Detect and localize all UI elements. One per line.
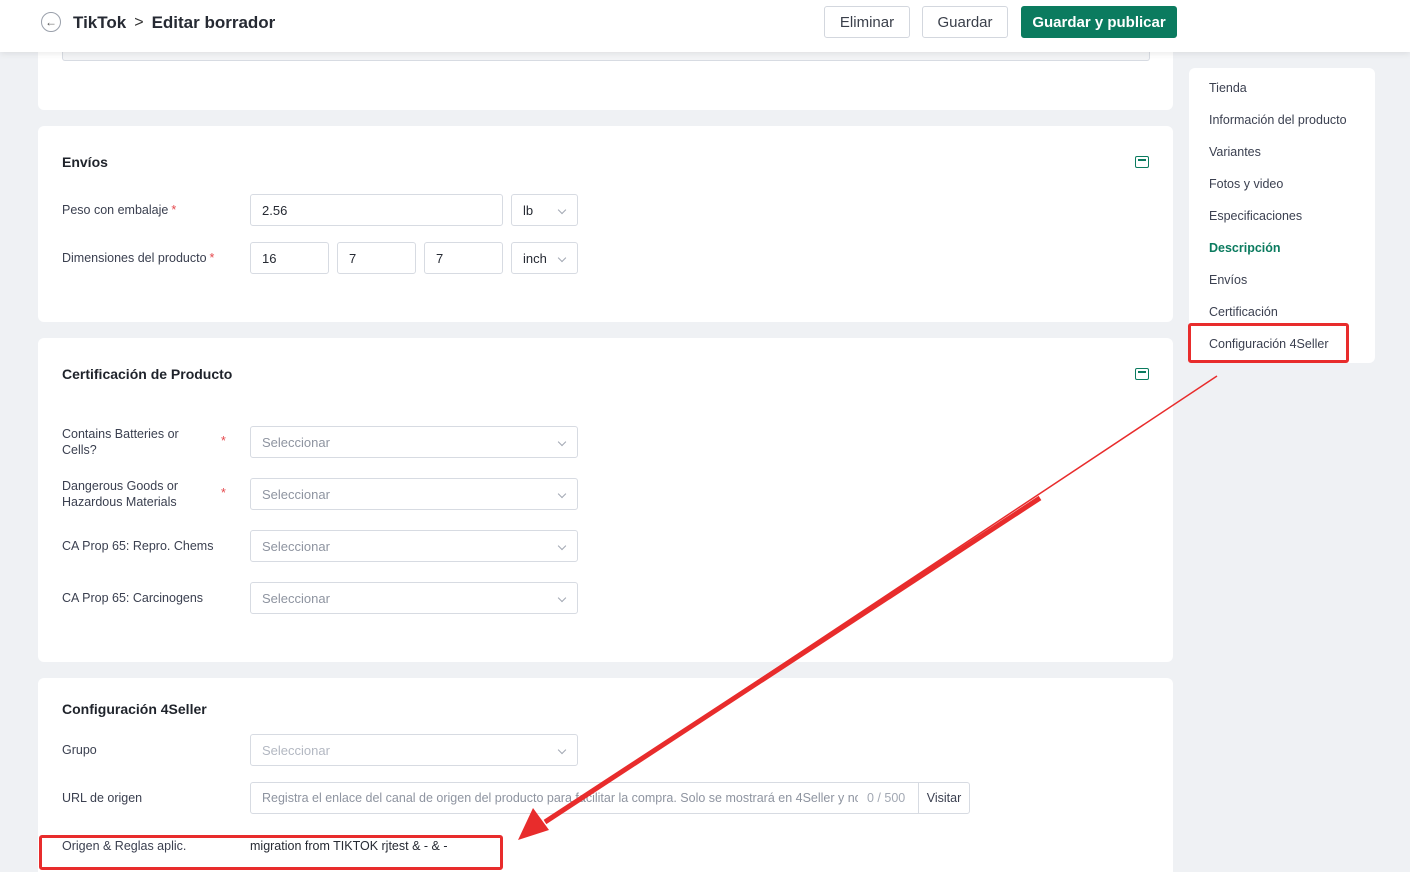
collapse-icon[interactable] [1135, 368, 1149, 380]
chevron-down-icon [557, 745, 567, 755]
back-button[interactable]: ← [41, 12, 61, 32]
required-mark: * [221, 434, 226, 448]
dangerous-goods-label: Dangerous Goods or Hazardous Materials [62, 479, 179, 509]
source-url-input[interactable]: Registra el enlace del canal de origen d… [250, 782, 970, 814]
source-url-placeholder: Registra el enlace del canal de origen d… [262, 791, 858, 805]
chevron-down-icon [557, 437, 567, 447]
delete-button[interactable]: Eliminar [824, 6, 910, 38]
prop65-carcinogens-select[interactable]: Seleccionar [250, 582, 578, 614]
arrow-left-icon: ← [45, 15, 57, 29]
dangerous-goods-select-value: Seleccionar [262, 486, 330, 502]
batteries-select[interactable]: Seleccionar [250, 426, 578, 458]
nav-item-tienda[interactable]: Tienda [1209, 81, 1247, 95]
nav-item-description[interactable]: Descripción [1209, 241, 1281, 255]
nav-item-photos[interactable]: Fotos y video [1209, 177, 1283, 191]
prop65-carcinogens-label: CA Prop 65: Carcinogens [62, 591, 204, 605]
weight-label: Peso con embalaje * [62, 203, 177, 217]
section-title-certification: Certificación de Producto [62, 366, 233, 382]
section-title-shipping: Envíos [62, 154, 108, 170]
save-publish-button[interactable]: Guardar y publicar [1021, 6, 1177, 38]
group-select[interactable]: Seleccionar [250, 734, 578, 766]
prop65-repro-select[interactable]: Seleccionar [250, 530, 578, 562]
dangerous-goods-select[interactable]: Seleccionar [250, 478, 578, 510]
section-nav: Tienda Información del producto Variante… [1189, 68, 1375, 363]
save-button[interactable]: Guardar [922, 6, 1008, 38]
nav-item-shipping[interactable]: Envíos [1209, 273, 1247, 287]
batteries-select-value: Seleccionar [262, 434, 330, 450]
top-bar: ← TikTok > Editar borrador Eliminar Guar… [0, 0, 1410, 52]
section-title-config: Configuración 4Seller [62, 701, 207, 717]
length-input[interactable]: 16 [250, 242, 329, 274]
prop65-repro-label: CA Prop 65: Repro. Chems [62, 539, 214, 553]
shipping-card: Envíos Peso con embalaje * 2.56 lb Dimens… [38, 126, 1173, 322]
chevron-right-icon: > [134, 14, 144, 31]
weight-input[interactable]: 2.56 [250, 194, 503, 226]
weight-unit-select[interactable]: lb [511, 194, 578, 226]
collapse-icon[interactable] [1135, 156, 1149, 168]
required-mark: * [221, 486, 226, 500]
char-counter: 0 / 500 [867, 791, 906, 805]
nav-item-specifications[interactable]: Especificaciones [1209, 209, 1302, 223]
group-label: Grupo [62, 743, 97, 757]
dimension-unit-value: inch [523, 250, 547, 266]
prop65-repro-select-value: Seleccionar [262, 538, 330, 554]
chevron-down-icon [557, 253, 567, 263]
nav-item-certification[interactable]: Certificación [1209, 305, 1278, 319]
dimension-unit-select[interactable]: inch [511, 242, 578, 274]
annotation-box-origin [39, 835, 503, 870]
chevron-down-icon [557, 489, 567, 499]
nav-item-variants[interactable]: Variantes [1209, 145, 1261, 159]
dimensions-label: Dimensiones del producto * [62, 251, 215, 265]
chevron-down-icon [557, 593, 567, 603]
page-title: Editar borrador [151, 13, 276, 32]
prop65-carcinogens-select-value: Seleccionar [262, 590, 330, 606]
breadcrumb: TikTok > Editar borrador [73, 13, 275, 33]
group-select-value: Seleccionar [262, 742, 330, 758]
weight-unit-value: lb [523, 202, 534, 218]
width-input[interactable]: 7 [337, 242, 416, 274]
visit-button[interactable]: Visitar [918, 782, 970, 814]
batteries-label: Contains Batteries or Cells? [62, 427, 179, 457]
chevron-down-icon [557, 541, 567, 551]
chevron-down-icon [557, 205, 567, 215]
nav-item-product-info[interactable]: Información del producto [1209, 113, 1347, 127]
height-input[interactable]: 7 [424, 242, 503, 274]
source-url-label: URL de origen [62, 791, 143, 805]
annotation-box-nav [1188, 323, 1349, 363]
breadcrumb-platform[interactable]: TikTok [73, 13, 126, 33]
certification-card: Certificación de Producto Contains Batte… [38, 338, 1173, 662]
